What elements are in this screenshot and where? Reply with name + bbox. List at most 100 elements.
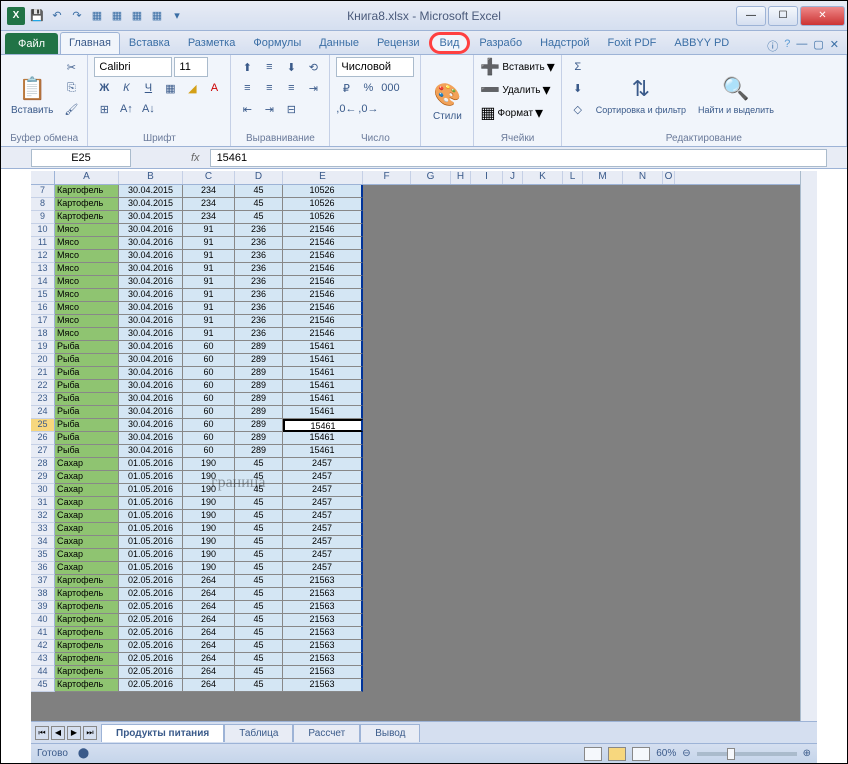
row-header[interactable]: 39: [31, 601, 55, 614]
col-header-C[interactable]: C: [183, 171, 235, 184]
cell[interactable]: 289: [235, 380, 283, 393]
cell[interactable]: Картофель: [55, 627, 119, 640]
col-header-E[interactable]: E: [283, 171, 363, 184]
cell[interactable]: 30.04.2016: [119, 393, 183, 406]
sheet-nav-next-icon[interactable]: ▶: [67, 726, 81, 740]
cell[interactable]: 236: [235, 224, 283, 237]
col-header-H[interactable]: H: [451, 171, 471, 184]
cell[interactable]: 289: [235, 432, 283, 445]
cell[interactable]: Рыба: [55, 354, 119, 367]
cell[interactable]: 2457: [283, 510, 363, 523]
row-header[interactable]: 27: [31, 445, 55, 458]
row-header[interactable]: 36: [31, 562, 55, 575]
cell[interactable]: 15461: [283, 367, 363, 380]
cell[interactable]: 01.05.2016: [119, 562, 183, 575]
cell[interactable]: 60: [183, 432, 235, 445]
cell[interactable]: 01.05.2016: [119, 523, 183, 536]
tab-надстрой[interactable]: Надстрой: [531, 32, 598, 54]
align-right-icon[interactable]: ≡: [281, 78, 301, 98]
cell[interactable]: 45: [235, 198, 283, 211]
help-icon[interactable]: ?: [784, 38, 790, 54]
col-header-I[interactable]: I: [471, 171, 503, 184]
cell[interactable]: 2457: [283, 458, 363, 471]
row-header[interactable]: 8: [31, 198, 55, 211]
cell[interactable]: 264: [183, 679, 235, 692]
cell[interactable]: 190: [183, 497, 235, 510]
cell[interactable]: 30.04.2015: [119, 211, 183, 224]
cell[interactable]: Картофель: [55, 601, 119, 614]
restore-window-icon[interactable]: ▢: [813, 38, 823, 54]
cell[interactable]: 02.05.2016: [119, 679, 183, 692]
row-header[interactable]: 35: [31, 549, 55, 562]
cell[interactable]: 21563: [283, 627, 363, 640]
cell[interactable]: 01.05.2016: [119, 510, 183, 523]
cell[interactable]: 236: [235, 250, 283, 263]
cell[interactable]: 15461: [283, 445, 363, 458]
row-header[interactable]: 29: [31, 471, 55, 484]
cell[interactable]: Рыба: [55, 419, 119, 432]
row-header[interactable]: 43: [31, 653, 55, 666]
cell[interactable]: 234: [183, 211, 235, 224]
cell[interactable]: 21546: [283, 263, 363, 276]
col-header-O[interactable]: O: [663, 171, 675, 184]
row-header[interactable]: 11: [31, 237, 55, 250]
cell[interactable]: 45: [235, 601, 283, 614]
cell[interactable]: 21546: [283, 315, 363, 328]
align-top-icon[interactable]: ⬆: [237, 57, 257, 77]
cell[interactable]: Картофель: [55, 640, 119, 653]
sort-filter-button[interactable]: ⇅ Сортировка и фильтр: [592, 57, 690, 131]
cell[interactable]: 190: [183, 458, 235, 471]
cell[interactable]: 30.04.2016: [119, 445, 183, 458]
row-header[interactable]: 28: [31, 458, 55, 471]
row-header[interactable]: 14: [31, 276, 55, 289]
cell[interactable]: 91: [183, 237, 235, 250]
cell[interactable]: 60: [183, 419, 235, 432]
delete-cells-button[interactable]: ➖Удалить▾: [480, 80, 554, 100]
tab-данные[interactable]: Данные: [310, 32, 368, 54]
row-header[interactable]: 34: [31, 536, 55, 549]
cell[interactable]: 45: [235, 510, 283, 523]
align-bottom-icon[interactable]: ⬇: [281, 57, 301, 77]
orientation-icon[interactable]: ⟲: [303, 57, 323, 77]
sheet-nav-prev-icon[interactable]: ◀: [51, 726, 65, 740]
cell[interactable]: 234: [183, 198, 235, 211]
page-layout-view-button[interactable]: [608, 747, 626, 761]
currency-icon[interactable]: ₽: [336, 78, 356, 98]
cell[interactable]: Мясо: [55, 328, 119, 341]
cell[interactable]: 264: [183, 653, 235, 666]
cell[interactable]: 236: [235, 289, 283, 302]
cell[interactable]: 21563: [283, 666, 363, 679]
cell[interactable]: 91: [183, 276, 235, 289]
save-icon[interactable]: 💾: [29, 8, 45, 24]
cell[interactable]: 02.05.2016: [119, 666, 183, 679]
qat-icon[interactable]: ▦: [89, 8, 105, 24]
cell[interactable]: 45: [235, 536, 283, 549]
decrease-decimal-icon[interactable]: ,0→: [358, 99, 378, 119]
row-header[interactable]: 12: [31, 250, 55, 263]
cell[interactable]: 21546: [283, 328, 363, 341]
zoom-in-button[interactable]: ⊕: [803, 748, 811, 759]
cell[interactable]: 91: [183, 315, 235, 328]
cell[interactable]: 236: [235, 302, 283, 315]
cell[interactable]: 289: [235, 354, 283, 367]
cell[interactable]: 45: [235, 471, 283, 484]
tab-foxit pdf[interactable]: Foxit PDF: [599, 32, 666, 54]
cell[interactable]: Сахар: [55, 510, 119, 523]
row-header[interactable]: 23: [31, 393, 55, 406]
cell[interactable]: Рыба: [55, 367, 119, 380]
cell[interactable]: 15461: [283, 341, 363, 354]
sheet-tab[interactable]: Вывод: [360, 724, 420, 742]
cell[interactable]: 60: [183, 367, 235, 380]
cell[interactable]: 236: [235, 315, 283, 328]
cell[interactable]: Мясо: [55, 237, 119, 250]
row-header[interactable]: 21: [31, 367, 55, 380]
fill-icon[interactable]: ⬇: [568, 78, 588, 98]
vertical-scrollbar[interactable]: [800, 171, 817, 721]
cell[interactable]: 21546: [283, 250, 363, 263]
macro-record-icon[interactable]: ⬤: [78, 748, 89, 759]
cell[interactable]: Сахар: [55, 562, 119, 575]
cell[interactable]: 45: [235, 679, 283, 692]
cell[interactable]: 236: [235, 237, 283, 250]
autosum-icon[interactable]: Σ: [568, 57, 588, 77]
col-header-F[interactable]: F: [363, 171, 411, 184]
